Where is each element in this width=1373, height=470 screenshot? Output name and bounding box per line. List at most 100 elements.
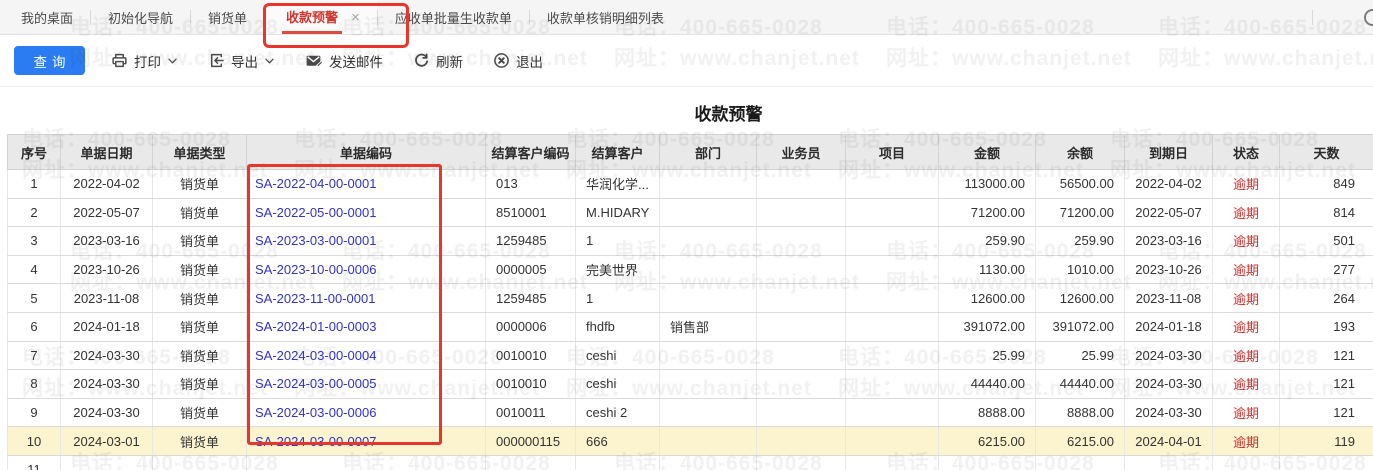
column-header-doc_type[interactable]: 单据类型 (152, 134, 247, 170)
tab-ar-batch-receipt[interactable]: 应收单批量生收款单 (378, 0, 529, 34)
tab-receipt-warning[interactable]: 收款预警 × (265, 0, 377, 34)
table-row[interactable]: 6 2024-01-18 销货单 SA-2024-01-00-0003 0000006 f… (7, 312, 1373, 342)
cell-dept (659, 426, 757, 456)
doc-code-link[interactable]: SA-2023-10-00-0006 (255, 262, 376, 277)
table-row[interactable]: 7 2024-03-30 销货单 SA-2024-03-00-0004 0010010 c… (7, 341, 1373, 371)
cell-customer: 华润化学... (575, 169, 660, 199)
toolbar: 查询 打印 导出 发送邮件 刷新 退出 (0, 35, 1373, 87)
column-header-due_date[interactable]: 到期日 (1124, 134, 1213, 170)
refresh-button[interactable]: 刷新 (413, 51, 463, 71)
doc-code-link[interactable]: SA-2023-11-00-0001 (255, 291, 375, 306)
cell-doc_code (246, 455, 486, 470)
doc-code-link[interactable]: SA-2022-05-00-0001 (255, 205, 376, 220)
cell-seq: 4 (7, 255, 61, 285)
query-button[interactable]: 查询 (14, 46, 85, 75)
column-header-dept[interactable]: 部门 (659, 134, 757, 170)
cell-amount: 6215.00 (938, 426, 1036, 456)
cell-status: 逾期 (1212, 426, 1280, 456)
table-row[interactable]: 5 2023-11-08 销货单 SA-2023-11-00-0001 1259485 1… (7, 283, 1373, 313)
table-row[interactable]: 3 2023-03-16 销货单 SA-2023-03-00-0001 1259485 1… (7, 226, 1373, 256)
refresh-label: 刷新 (436, 54, 463, 70)
tab-sales-order[interactable]: 销货单 (191, 0, 264, 34)
column-header-balance[interactable]: 余额 (1035, 134, 1125, 170)
cell-dept (659, 255, 757, 285)
cell-days: 121 (1279, 398, 1373, 428)
doc-code-link[interactable]: SA-2024-03-00-0004 (255, 348, 376, 363)
cell-project (845, 169, 939, 199)
table-row[interactable]: 2 2022-05-07 销货单 SA-2022-05-00-0001 8510001 M… (7, 198, 1373, 228)
cell-customer_code: 0000005 (485, 255, 576, 285)
cell-seq: 8 (7, 369, 61, 399)
cell-amount: 8888.00 (938, 398, 1036, 428)
cell-status: 逾期 (1212, 169, 1280, 199)
column-header-seq[interactable]: 序号 (7, 134, 61, 170)
cell-due_date: 2022-04-02 (1124, 169, 1213, 199)
print-button[interactable]: 打印 (111, 51, 178, 71)
tab-label: 我的桌面 (21, 10, 74, 26)
export-button[interactable]: 导出 (208, 51, 275, 71)
cell-days: 121 (1279, 341, 1373, 371)
cell-balance: 12600.00 (1035, 283, 1125, 313)
doc-code-link[interactable]: SA-2024-03-00-0005 (255, 376, 376, 391)
cell-project (845, 398, 939, 428)
cell-doc_type: 销货单 (152, 398, 247, 428)
cell-due_date: 2024-04-01 (1124, 426, 1213, 456)
cell-status: 逾期 (1212, 369, 1280, 399)
status-badge: 逾期 (1232, 406, 1259, 422)
status-badge: 逾期 (1232, 348, 1259, 364)
cell-salesperson (756, 398, 846, 428)
cell-seq: 10 (7, 426, 61, 456)
table-row[interactable]: 11 (7, 455, 1373, 470)
tab-label: 收款预警 (282, 0, 343, 34)
table-row[interactable]: 8 2024-03-30 销货单 SA-2024-03-00-0005 0010010 c… (7, 369, 1373, 399)
tab-label: 应收单批量生收款单 (394, 10, 512, 26)
cell-customer_code: 0010010 (485, 341, 576, 371)
column-header-salesperson[interactable]: 业务员 (756, 134, 846, 170)
exit-button[interactable]: 退出 (493, 51, 543, 71)
status-badge: 逾期 (1232, 320, 1259, 336)
cell-status: 逾期 (1212, 198, 1280, 228)
cell-salesperson (756, 226, 846, 256)
doc-code-link[interactable]: SA-2024-01-00-0003 (255, 319, 376, 334)
table-row[interactable]: 4 2023-10-26 销货单 SA-2023-10-00-0006 0000005 完… (7, 255, 1373, 285)
tab-init-navigation[interactable]: 初始化导航 (91, 0, 190, 34)
column-header-status[interactable]: 状态 (1212, 134, 1280, 170)
cell-customer_code: 0010011 (485, 398, 576, 428)
close-tab-icon[interactable]: × (351, 9, 360, 26)
cell-doc_date: 2023-03-16 (60, 226, 153, 256)
cell-balance: 44440.00 (1035, 369, 1125, 399)
doc-code-link[interactable]: SA-2023-03-00-0001 (255, 233, 376, 248)
cell-salesperson (756, 255, 846, 285)
cell-due_date: 2023-11-08 (1124, 283, 1213, 313)
cell-customer: ceshi (575, 341, 660, 371)
doc-code-link[interactable]: SA-2024-03-00-0006 (255, 405, 376, 420)
column-header-customer[interactable]: 结算客户 (575, 134, 660, 170)
search-icon[interactable] (1364, 9, 1373, 26)
doc-code-link[interactable]: SA-2024-03-00-0007 (255, 434, 376, 449)
cell-amount: 25.99 (938, 341, 1036, 371)
cell-doc_type: 销货单 (152, 312, 247, 342)
app-window: 我的桌面 初始化导航 销货单 收款预警 × 应收单批量生收款单 收款单核销明细列表 查询 打… (0, 0, 1373, 470)
cell-status: 逾期 (1212, 255, 1280, 285)
column-header-customer_code[interactable]: 结算客户编码 (485, 134, 576, 170)
cell-salesperson (756, 369, 846, 399)
send-email-button[interactable]: 发送邮件 (305, 51, 383, 71)
doc-code-link[interactable]: SA-2022-04-00-0001 (255, 176, 376, 191)
column-header-days[interactable]: 天数 (1279, 134, 1373, 170)
cell-days: 849 (1279, 169, 1373, 199)
column-header-doc_code[interactable]: 单据编码 (246, 134, 486, 170)
table-row[interactable]: 1 2022-04-02 销货单 SA-2022-04-00-0001 013 华润化学.… (7, 169, 1373, 199)
grid-container: 序号 单据日期 单据类型 单据编码 结算客户编码 结算客户 部门 业务员 项目 金额 余额 到期日 状态… (7, 134, 1373, 470)
tab-receipt-writeoff-detail[interactable]: 收款单核销明细列表 (530, 0, 681, 34)
column-header-project[interactable]: 项目 (845, 134, 939, 170)
table-row[interactable]: 10 2024-03-01 销货单 SA-2024-03-00-0007 0000001… (7, 426, 1373, 456)
cell-amount: 391072.00 (938, 312, 1036, 342)
cell-doc_code: SA-2024-03-00-0006 (246, 398, 486, 428)
print-label: 打印 (134, 54, 161, 70)
table-row[interactable]: 9 2024-03-30 销货单 SA-2024-03-00-0006 0010011 c… (7, 398, 1373, 428)
column-header-doc_date[interactable]: 单据日期 (60, 134, 153, 170)
tab-my-desktop[interactable]: 我的桌面 (4, 0, 90, 34)
cell-doc_date: 2022-04-02 (60, 169, 153, 199)
column-header-amount[interactable]: 金额 (938, 134, 1036, 170)
export-label: 导出 (231, 54, 258, 70)
